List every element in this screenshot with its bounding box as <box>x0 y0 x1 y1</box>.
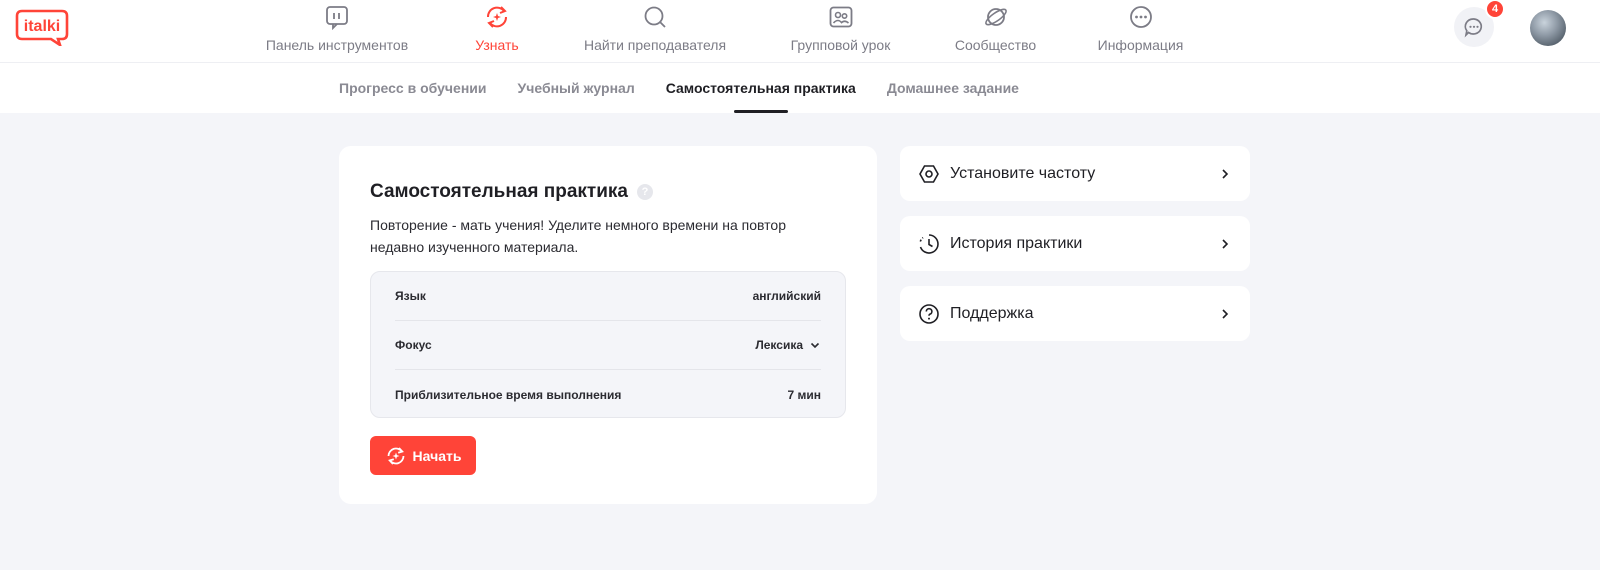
chevron-right-icon <box>1222 238 1229 249</box>
tab-learning-progress[interactable]: Прогресс в обучении <box>339 63 487 113</box>
duration-row: Приблизительное время выполнения 7 мин <box>395 370 821 419</box>
practice-settings: Язык английский Фокус Лексика Приблизите… <box>370 271 846 418</box>
user-avatar[interactable] <box>1530 10 1566 46</box>
italki-logo[interactable]: italki <box>14 8 70 46</box>
support-card[interactable]: Поддержка <box>900 286 1250 341</box>
nav-label: Панель инструментов <box>265 37 409 53</box>
main-nav: Панель инструментов Узнать Найти препода… <box>262 0 1243 62</box>
nav-label: Сообщество <box>954 37 1037 53</box>
duration-label: Приблизительное время выполнения <box>395 387 622 402</box>
top-navbar: italki Панель инструментов Узнать Найти … <box>0 0 1600 63</box>
duration-value: 7 мин <box>787 387 821 402</box>
chevron-right-icon <box>1222 308 1229 319</box>
group-class-icon <box>829 6 852 28</box>
history-icon <box>919 233 939 254</box>
focus-label: Фокус <box>395 338 432 352</box>
help-tooltip-icon[interactable]: ? <box>637 184 653 200</box>
side-label: Поддержка <box>950 304 1034 322</box>
card-title: Самостоятельная практика ? <box>370 181 653 203</box>
nav-label: Групповой урок <box>790 37 891 53</box>
tab-learning-journal[interactable]: Учебный журнал <box>518 63 635 113</box>
focus-row: Фокус Лексика <box>395 321 821 370</box>
nav-item-info[interactable]: Информация <box>1038 0 1243 62</box>
nav-item-group-class[interactable]: Групповой урок <box>728 0 953 62</box>
search-icon <box>644 6 666 28</box>
chevron-down-icon <box>810 342 820 349</box>
chat-icon <box>1464 18 1483 38</box>
help-icon <box>919 303 939 324</box>
language-value: английский <box>752 289 821 303</box>
practice-title: Самостоятельная практика <box>370 181 628 202</box>
start-button[interactable]: Начать <box>370 436 476 475</box>
frequency-icon <box>919 164 939 183</box>
learn-icon <box>486 6 508 28</box>
nav-label: Найти преподавателя <box>583 37 727 53</box>
nav-item-community[interactable]: Сообщество <box>953 0 1038 62</box>
practice-refresh-icon <box>387 446 404 465</box>
language-row: Язык английский <box>395 272 821 321</box>
practice-card: Самостоятельная практика ? Повторение - … <box>339 146 877 504</box>
set-frequency-card[interactable]: Установите частоту <box>900 146 1250 201</box>
more-icon <box>1129 6 1152 28</box>
practice-description: Повторение - мать учения! Уделите немног… <box>370 217 787 255</box>
svg-text:italki: italki <box>24 18 60 35</box>
notification-badge: 4 <box>1485 0 1505 19</box>
nav-label: Информация <box>1097 37 1184 53</box>
side-label: История практики <box>950 234 1083 252</box>
practice-history-card[interactable]: История практики <box>900 216 1250 271</box>
tab-self-practice[interactable]: Самостоятельная практика <box>666 63 856 113</box>
chevron-right-icon <box>1222 168 1229 179</box>
start-label: Начать <box>412 447 462 464</box>
nav-label: Узнать <box>475 37 519 53</box>
language-label: Язык <box>395 289 426 303</box>
dashboard-icon <box>326 6 348 30</box>
nav-item-learn[interactable]: Узнать <box>412 0 582 62</box>
nav-item-dashboard[interactable]: Панель инструментов <box>262 0 412 62</box>
nav-item-find-teacher[interactable]: Найти преподавателя <box>582 0 728 62</box>
focus-value: Лексика <box>755 338 803 352</box>
sub-navbar: Прогресс в обучении Учебный журнал Самос… <box>0 63 1600 113</box>
focus-dropdown[interactable]: Лексика <box>755 338 821 352</box>
community-icon <box>984 8 1007 26</box>
tab-homework[interactable]: Домашнее задание <box>887 63 1019 113</box>
learn-tabs: Прогресс в обучении Учебный журнал Самос… <box>339 63 1019 113</box>
side-label: Установите частоту <box>950 164 1096 182</box>
